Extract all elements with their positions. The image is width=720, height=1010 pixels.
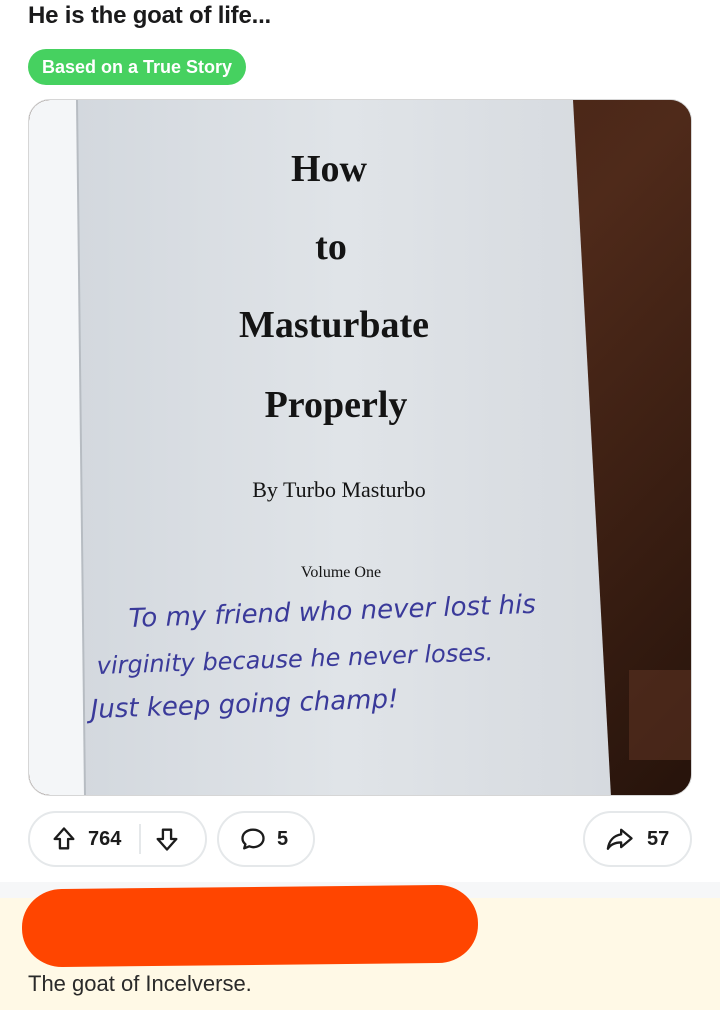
comment-bubble-icon (239, 825, 267, 853)
book-title-line-2: to (315, 226, 347, 268)
book-title-line-3: Masturbate (239, 304, 429, 346)
book-title-line-4: Properly (265, 384, 408, 426)
redacted-username (21, 884, 479, 968)
share-button[interactable]: 57 (583, 811, 692, 867)
post-action-bar: 764 5 57 (0, 811, 720, 867)
book-title-line-1: How (291, 148, 368, 190)
post-title[interactable]: He is the goat of life... (28, 2, 271, 30)
book-volume: Volume One (301, 564, 381, 581)
share-count: 57 (647, 827, 670, 850)
post-flair[interactable]: Based on a True Story (28, 49, 247, 85)
comment-body: The goat of Incelverse. (28, 971, 252, 996)
arrow-up-icon[interactable] (50, 825, 78, 853)
comment-count: 5 (277, 827, 289, 850)
share-arrow-icon (605, 825, 635, 853)
book-author: By Turbo Masturbo (252, 477, 426, 502)
vote-control: 764 (28, 811, 207, 867)
vote-divider (139, 824, 142, 854)
arrow-down-icon[interactable] (153, 825, 181, 853)
upvote-count: 764 (88, 827, 122, 850)
comment-button[interactable]: 5 (217, 811, 315, 867)
post-image[interactable]: How to Masturbate Properly By Turbo Mast… (28, 99, 692, 796)
